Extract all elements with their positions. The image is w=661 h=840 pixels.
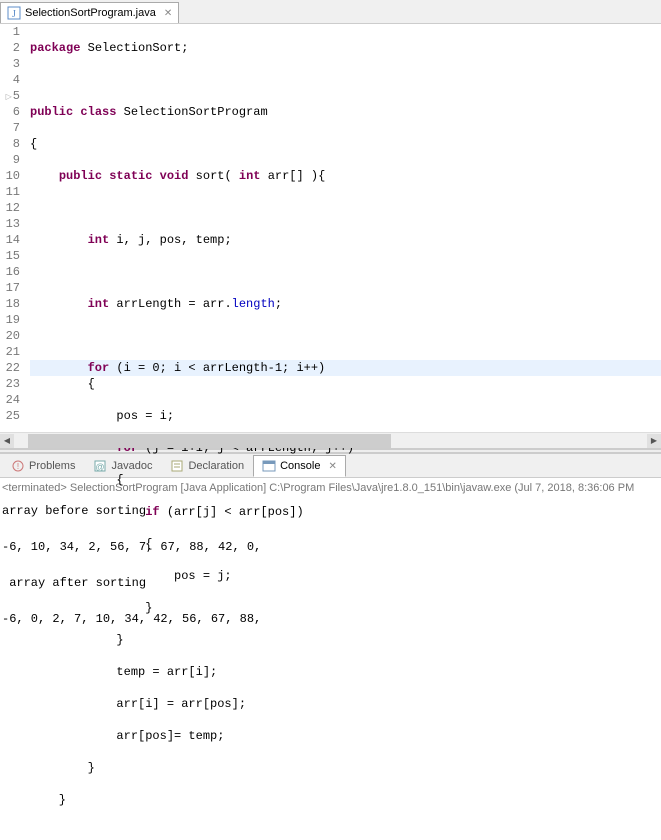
- line-number: 13: [0, 216, 20, 232]
- code-text: arr[] ){: [261, 169, 326, 183]
- line-number: 12: [0, 200, 20, 216]
- line-number: 23: [0, 376, 20, 392]
- field: length: [232, 297, 275, 311]
- line-number: 14: [0, 232, 20, 248]
- scroll-track[interactable]: [28, 434, 633, 448]
- code-text: ;: [275, 297, 282, 311]
- line-number: 7: [0, 120, 20, 136]
- line-number: 16: [0, 264, 20, 280]
- line-number: 15: [0, 248, 20, 264]
- line-number: 8: [0, 136, 20, 152]
- code-text: [30, 264, 661, 280]
- problems-icon: !: [11, 459, 25, 473]
- code-text: [30, 200, 661, 216]
- line-number: 2: [0, 40, 20, 56]
- code-text: SelectionSort;: [80, 41, 188, 55]
- editor-pane: J SelectionSortProgram.java ✕ 1 2 3 4 5 …: [0, 0, 661, 449]
- line-number: 24: [0, 392, 20, 408]
- keyword: package: [30, 41, 80, 55]
- code-text: [30, 169, 59, 183]
- line-number: 4: [0, 72, 20, 88]
- line-number: 17: [0, 280, 20, 296]
- code-text: }: [30, 760, 661, 776]
- file-tab-label: SelectionSortProgram.java: [25, 7, 156, 19]
- line-number: 25: [0, 408, 20, 424]
- line-number: 1: [0, 24, 20, 40]
- code-text: arr[pos]= temp;: [30, 728, 661, 744]
- scroll-left-arrow[interactable]: ◀: [0, 434, 14, 448]
- code-text: {: [30, 136, 661, 152]
- line-number: 19: [0, 312, 20, 328]
- code-text: arrLength = arr.: [109, 297, 231, 311]
- code-text: [30, 361, 88, 375]
- file-tab[interactable]: J SelectionSortProgram.java ✕: [0, 2, 179, 23]
- code-text: temp = arr[i];: [30, 664, 661, 680]
- svg-text:!: !: [17, 462, 19, 471]
- line-number: 10: [0, 168, 20, 184]
- code-text: }: [30, 600, 661, 616]
- code-text: }: [30, 632, 661, 648]
- keyword: class: [80, 105, 116, 119]
- editor-tab-bar: J SelectionSortProgram.java ✕: [0, 0, 661, 24]
- line-number: 21: [0, 344, 20, 360]
- code-text: [30, 233, 88, 247]
- code-content[interactable]: package SelectionSort; public class Sele…: [24, 24, 661, 432]
- code-text: pos = j;: [30, 568, 661, 584]
- keyword: int: [88, 297, 110, 311]
- java-file-icon: J: [7, 6, 21, 20]
- keyword: for: [88, 361, 110, 375]
- keyword: int: [88, 233, 110, 247]
- code-text: (i = 0; i < arrLength-1; i++): [109, 361, 325, 375]
- code-text: {: [30, 376, 661, 392]
- close-icon[interactable]: ✕: [164, 8, 172, 19]
- scroll-thumb[interactable]: [28, 434, 391, 448]
- line-number: 22: [0, 360, 20, 376]
- code-text: [30, 505, 145, 519]
- code-text: }: [30, 792, 661, 808]
- svg-text:J: J: [12, 9, 16, 20]
- line-number: 3: [0, 56, 20, 72]
- keyword: public: [30, 105, 73, 119]
- code-text: arr[i] = arr[pos];: [30, 696, 661, 712]
- line-number-gutter: 1 2 3 4 5 6 7 8 9 10 11 12 13 14 15 16 1…: [0, 24, 24, 432]
- code-text: (arr[j] < arr[pos]): [160, 505, 304, 519]
- code-text: {: [30, 472, 661, 488]
- keyword: static: [109, 169, 152, 183]
- code-editor[interactable]: 1 2 3 4 5 6 7 8 9 10 11 12 13 14 15 16 1…: [0, 24, 661, 432]
- line-number: 20: [0, 328, 20, 344]
- code-text: [30, 328, 661, 344]
- current-line: for (i = 0; i < arrLength-1; i++): [30, 360, 661, 376]
- keyword: int: [239, 169, 261, 183]
- code-text: i, j, pos, temp;: [109, 233, 231, 247]
- code-text: pos = i;: [30, 408, 661, 424]
- keyword: public: [59, 169, 102, 183]
- horizontal-scrollbar[interactable]: ◀ ▶: [0, 432, 661, 448]
- code-text: SelectionSortProgram: [116, 105, 267, 119]
- code-text: [30, 297, 88, 311]
- code-text: {: [30, 536, 661, 552]
- code-text: sort(: [188, 169, 238, 183]
- line-number: 9: [0, 152, 20, 168]
- line-number: 5: [0, 88, 20, 104]
- line-number: 11: [0, 184, 20, 200]
- code-text: [30, 72, 661, 88]
- keyword: if: [145, 505, 159, 519]
- line-number: 18: [0, 296, 20, 312]
- line-number: 6: [0, 104, 20, 120]
- keyword: void: [160, 169, 189, 183]
